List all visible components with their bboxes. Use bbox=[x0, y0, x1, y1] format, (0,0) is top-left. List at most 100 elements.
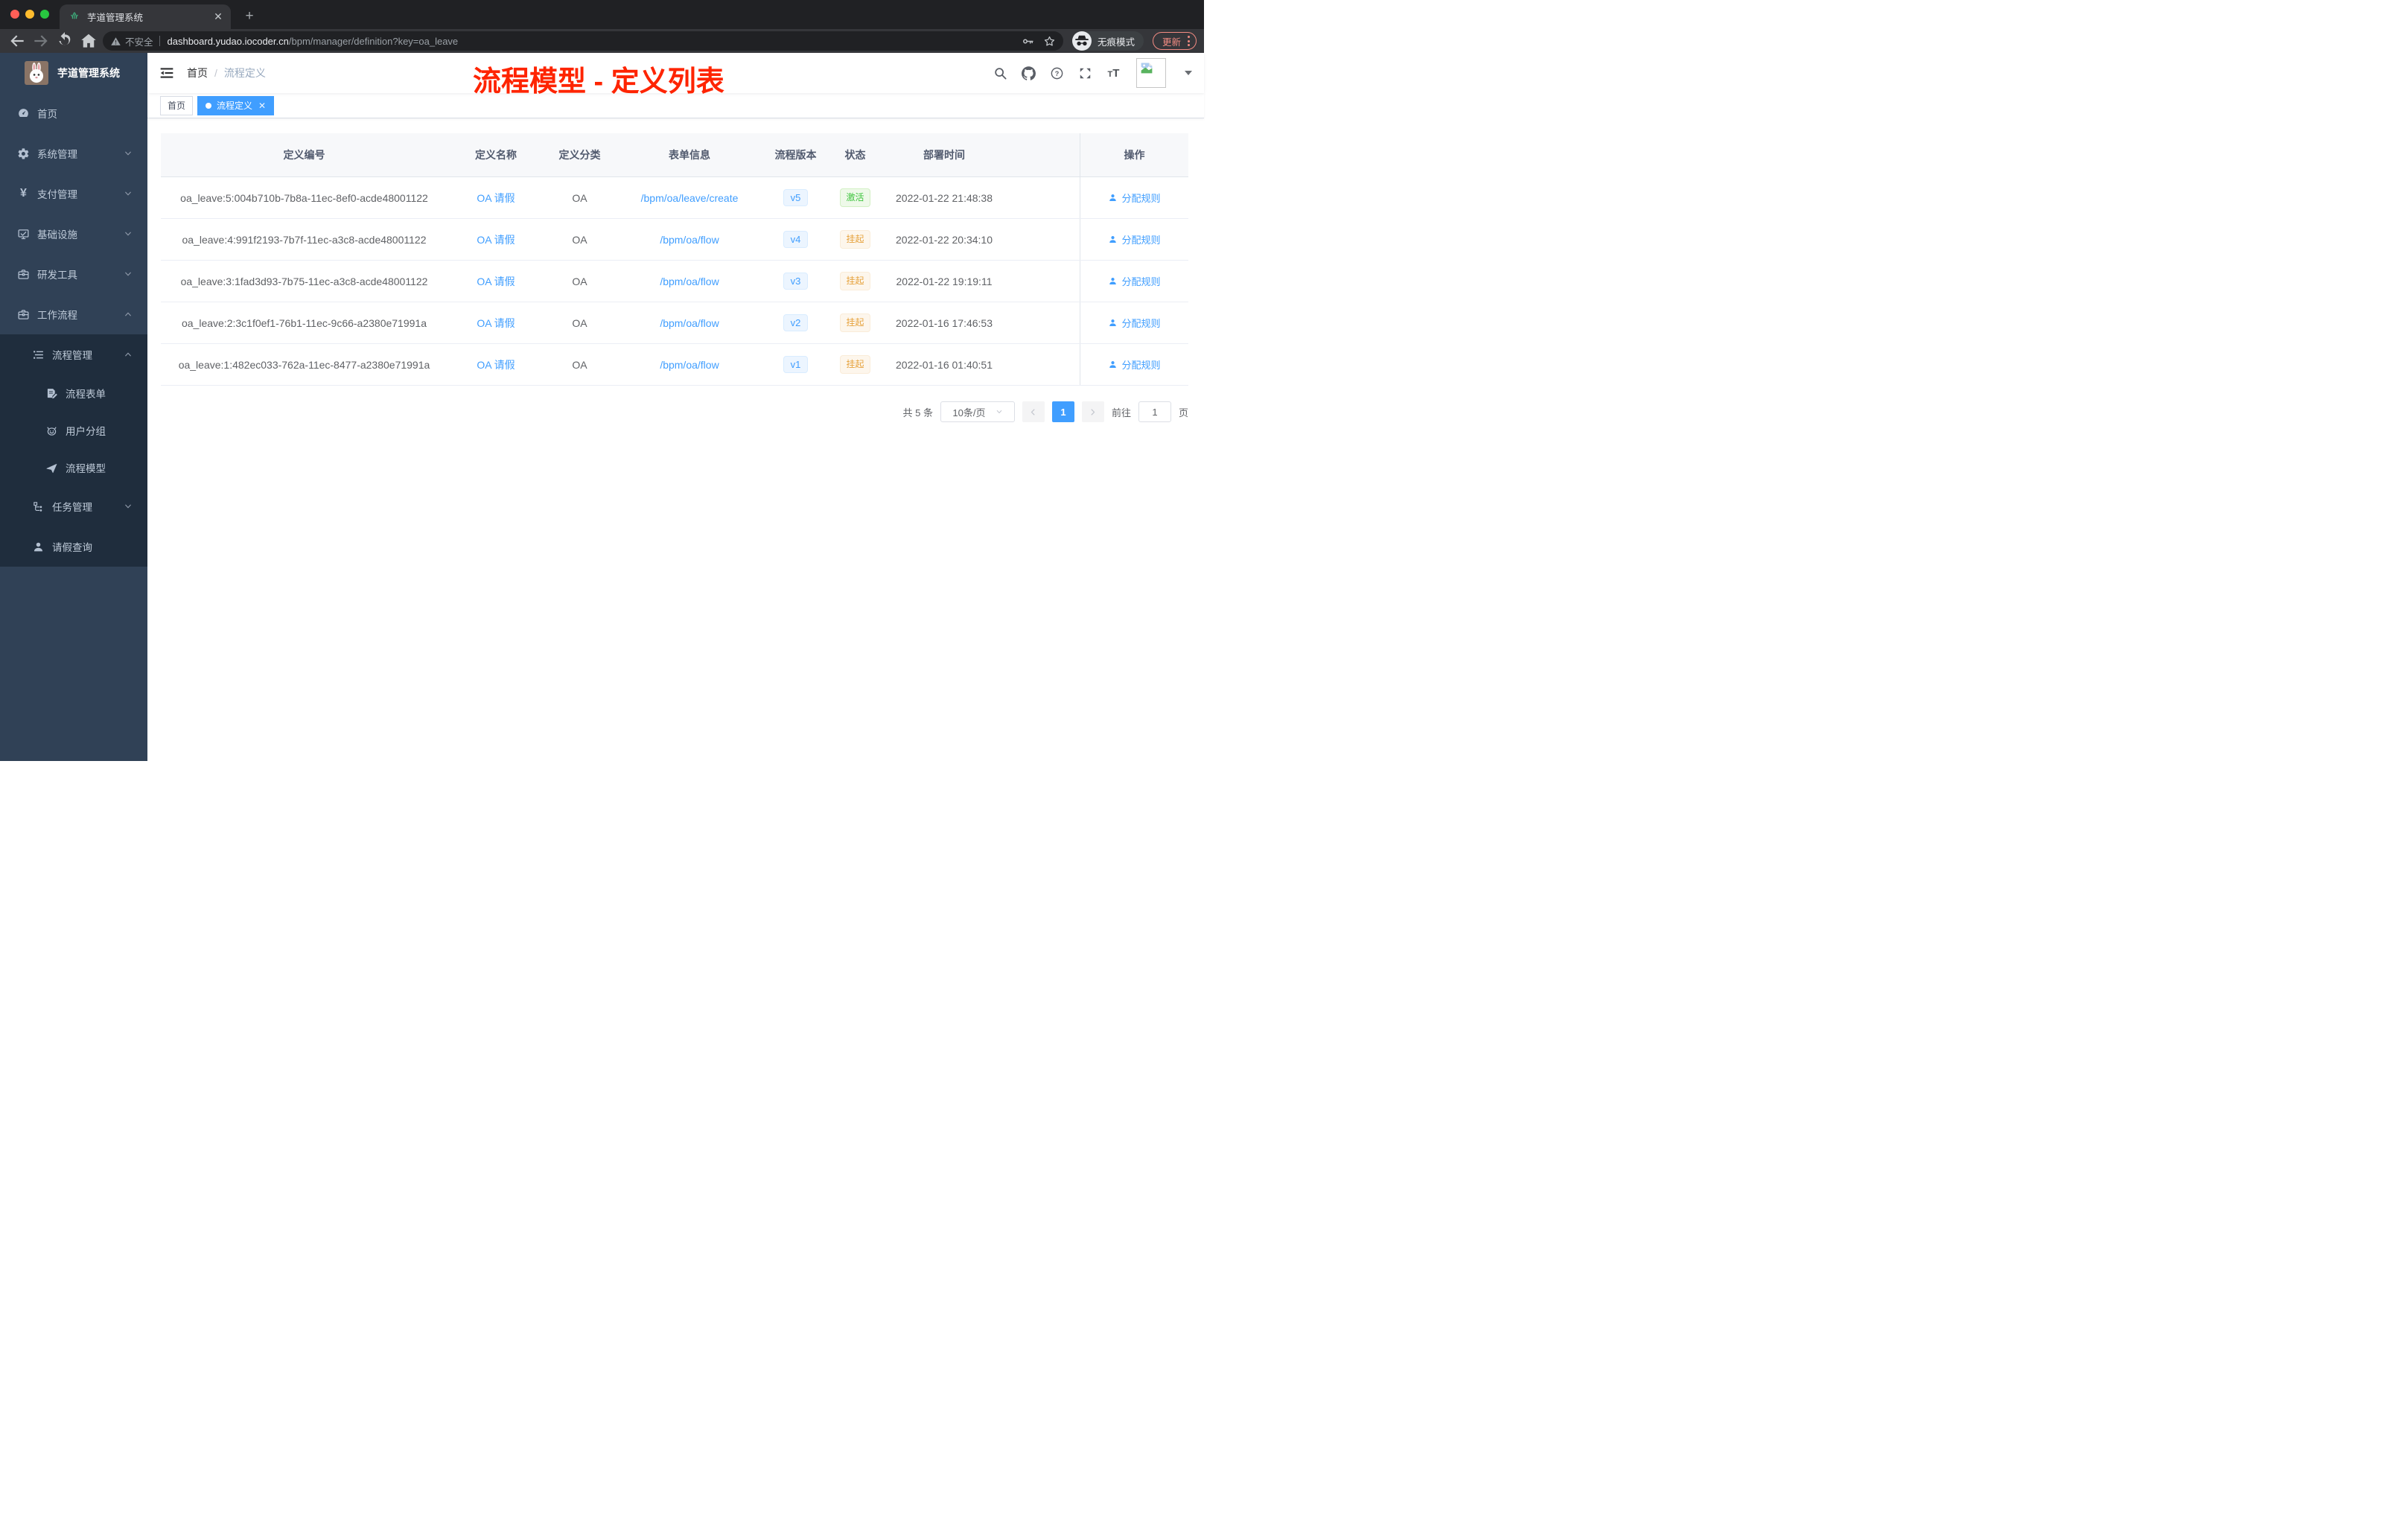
sidebar-item-label: 基础设施 bbox=[37, 229, 77, 241]
sidebar-item-用户分组[interactable]: 用户分组 bbox=[0, 412, 147, 449]
cell-definition-name[interactable]: OA 请假 bbox=[447, 344, 544, 385]
next-page-button[interactable] bbox=[1081, 401, 1104, 422]
cell-actions[interactable]: 分配规则 bbox=[1080, 219, 1188, 260]
tab-close-icon[interactable]: ✕ bbox=[211, 10, 225, 24]
prev-page-button[interactable] bbox=[1022, 401, 1045, 422]
cell-filler bbox=[1005, 219, 1080, 260]
breadcrumb-separator: / bbox=[214, 67, 217, 79]
definition-name-link[interactable]: OA 请假 bbox=[477, 191, 515, 206]
cell-actions[interactable]: 分配规则 bbox=[1080, 344, 1188, 385]
breadcrumb-item[interactable]: 首页 bbox=[187, 66, 208, 80]
tree-icon bbox=[32, 500, 45, 513]
form-link[interactable]: /bpm/oa/flow bbox=[660, 276, 719, 287]
sidebar-collapse-icon[interactable] bbox=[159, 66, 174, 80]
font-size-icon[interactable]: TT bbox=[1106, 66, 1121, 80]
github-icon[interactable] bbox=[1022, 66, 1036, 80]
sidebar-item-工作流程[interactable]: 工作流程 bbox=[0, 294, 147, 334]
sidebar-item-流程表单[interactable]: 流程表单 bbox=[0, 375, 147, 412]
cell-version: v3 bbox=[764, 261, 827, 302]
breadcrumb-item: 流程定义 bbox=[223, 67, 266, 79]
bookmark-star-icon[interactable] bbox=[1043, 35, 1056, 48]
sidebar-item-流程模型[interactable]: 流程模型 bbox=[0, 449, 147, 486]
sidebar-item-基础设施[interactable]: 基础设施 bbox=[0, 214, 147, 254]
avatar[interactable] bbox=[1136, 58, 1166, 88]
search-icon[interactable] bbox=[993, 66, 1007, 80]
sidebar-item-研发工具[interactable]: 研发工具 bbox=[0, 254, 147, 294]
cell-definition-name[interactable]: OA 请假 bbox=[447, 302, 544, 343]
cell-form-info[interactable]: /bpm/oa/flow bbox=[615, 344, 764, 385]
form-link[interactable]: /bpm/oa/flow bbox=[660, 234, 719, 246]
sidebar-item-支付管理[interactable]: ¥ 支付管理 bbox=[0, 173, 147, 214]
browser-update-button[interactable]: 更新 bbox=[1152, 32, 1197, 50]
form-link[interactable]: /bpm/oa/flow bbox=[660, 317, 719, 329]
definition-name-link[interactable]: OA 请假 bbox=[477, 316, 515, 331]
close-window-button[interactable] bbox=[10, 10, 19, 19]
form-link[interactable]: /bpm/oa/flow bbox=[660, 359, 719, 371]
tag-流程定义[interactable]: 流程定义 ✕ bbox=[197, 95, 275, 115]
back-icon[interactable] bbox=[7, 31, 27, 51]
fullscreen-icon[interactable] bbox=[1078, 66, 1092, 80]
home-icon[interactable] bbox=[79, 31, 98, 51]
table-row: oa_leave:3:1fad3d93-7b75-11ec-a3c8-acde4… bbox=[161, 261, 1188, 302]
assign-rule-button[interactable]: 分配规则 bbox=[1108, 191, 1161, 205]
browser-menu-icon[interactable] bbox=[1188, 36, 1190, 46]
sidebar-logo[interactable]: 芋道管理系统 bbox=[0, 53, 147, 93]
avatar-dropdown-caret-icon[interactable] bbox=[1185, 71, 1192, 75]
question-icon[interactable]: ? bbox=[1050, 66, 1064, 80]
sidebar-item-首页[interactable]: 首页 bbox=[0, 93, 147, 133]
sidebar-item-label: 流程管理 bbox=[52, 350, 92, 361]
window-controls[interactable] bbox=[10, 10, 49, 19]
column-header: 定义分类 bbox=[558, 149, 601, 161]
chevron-down-icon bbox=[124, 229, 133, 238]
cell-actions[interactable]: 分配规则 bbox=[1080, 261, 1188, 302]
cell-definition-id: oa_leave:5:004b710b-7b8a-11ec-8ef0-acde4… bbox=[180, 191, 428, 204]
assign-rule-button[interactable]: 分配规则 bbox=[1108, 232, 1161, 246]
assign-rule-button[interactable]: 分配规则 bbox=[1108, 357, 1161, 372]
security-label[interactable]: 不安全 bbox=[125, 34, 153, 48]
column-header: 部署时间 bbox=[923, 149, 965, 161]
cell-actions[interactable]: 分配规则 bbox=[1080, 177, 1188, 218]
user-icon bbox=[1108, 360, 1118, 369]
page-number-button[interactable]: 1 bbox=[1051, 401, 1074, 422]
logo-avatar bbox=[25, 61, 48, 85]
sidebar-item-请假查询[interactable]: 请假查询 bbox=[0, 526, 147, 567]
tag-close-icon[interactable]: ✕ bbox=[258, 101, 266, 110]
cell-form-info[interactable]: /bpm/oa/flow bbox=[615, 302, 764, 343]
version-badge: v2 bbox=[783, 314, 809, 331]
cell-version: v1 bbox=[764, 344, 827, 385]
sidebar-item-系统管理[interactable]: 系统管理 bbox=[0, 133, 147, 173]
definition-name-link[interactable]: OA 请假 bbox=[477, 274, 515, 289]
assign-rule-button[interactable]: 分配规则 bbox=[1108, 274, 1161, 288]
cell-definition-name[interactable]: OA 请假 bbox=[447, 219, 544, 260]
cell-form-info[interactable]: /bpm/oa/flow bbox=[615, 261, 764, 302]
cell-form-info[interactable]: /bpm/oa/flow bbox=[615, 219, 764, 260]
page-size-select[interactable]: 10条/页 bbox=[940, 401, 1015, 422]
cell-definition-name[interactable]: OA 请假 bbox=[447, 261, 544, 302]
goto-page-input[interactable] bbox=[1138, 401, 1171, 422]
goto-unit-label: 页 bbox=[1178, 407, 1188, 418]
definition-name-link[interactable]: OA 请假 bbox=[477, 232, 515, 247]
cell-form-info[interactable]: /bpm/oa/leave/create bbox=[615, 177, 764, 218]
address-bar[interactable]: 不安全 dashboard.yudao.iocoder.cn /bpm/mana… bbox=[103, 31, 1063, 51]
zoom-window-button[interactable] bbox=[40, 10, 49, 19]
sidebar-item-流程管理[interactable]: 流程管理 bbox=[0, 334, 147, 375]
cell-definition-id: oa_leave:4:991f2193-7b7f-11ec-a3c8-acde4… bbox=[182, 233, 427, 246]
cell-actions[interactable]: 分配规则 bbox=[1080, 302, 1188, 343]
security-warning-icon[interactable] bbox=[110, 36, 121, 47]
navbar-actions: ? TT bbox=[993, 58, 1192, 88]
sidebar-item-任务管理[interactable]: 任务管理 bbox=[0, 486, 147, 526]
cell-definition-name[interactable]: OA 请假 bbox=[447, 177, 544, 218]
tag-首页[interactable]: 首页 bbox=[160, 95, 194, 115]
browser-tab[interactable]: 芋道管理系统 ✕ bbox=[60, 4, 231, 29]
definition-name-link[interactable]: OA 请假 bbox=[477, 357, 515, 372]
table-header-row: 定义编号 定义名称 定义分类 表单信息 流程版本 状态 部署时间 操作 bbox=[161, 133, 1188, 177]
form-link[interactable]: /bpm/oa/leave/create bbox=[641, 192, 739, 204]
assign-rule-label: 分配规则 bbox=[1121, 360, 1161, 371]
minimize-window-button[interactable] bbox=[25, 10, 34, 19]
incognito-icon bbox=[1071, 31, 1092, 51]
refresh-icon[interactable] bbox=[55, 31, 74, 51]
password-key-icon[interactable] bbox=[1022, 35, 1034, 48]
assign-rule-button[interactable]: 分配规则 bbox=[1108, 316, 1161, 330]
forward-icon[interactable] bbox=[31, 31, 51, 51]
new-tab-button[interactable]: + bbox=[240, 7, 259, 26]
